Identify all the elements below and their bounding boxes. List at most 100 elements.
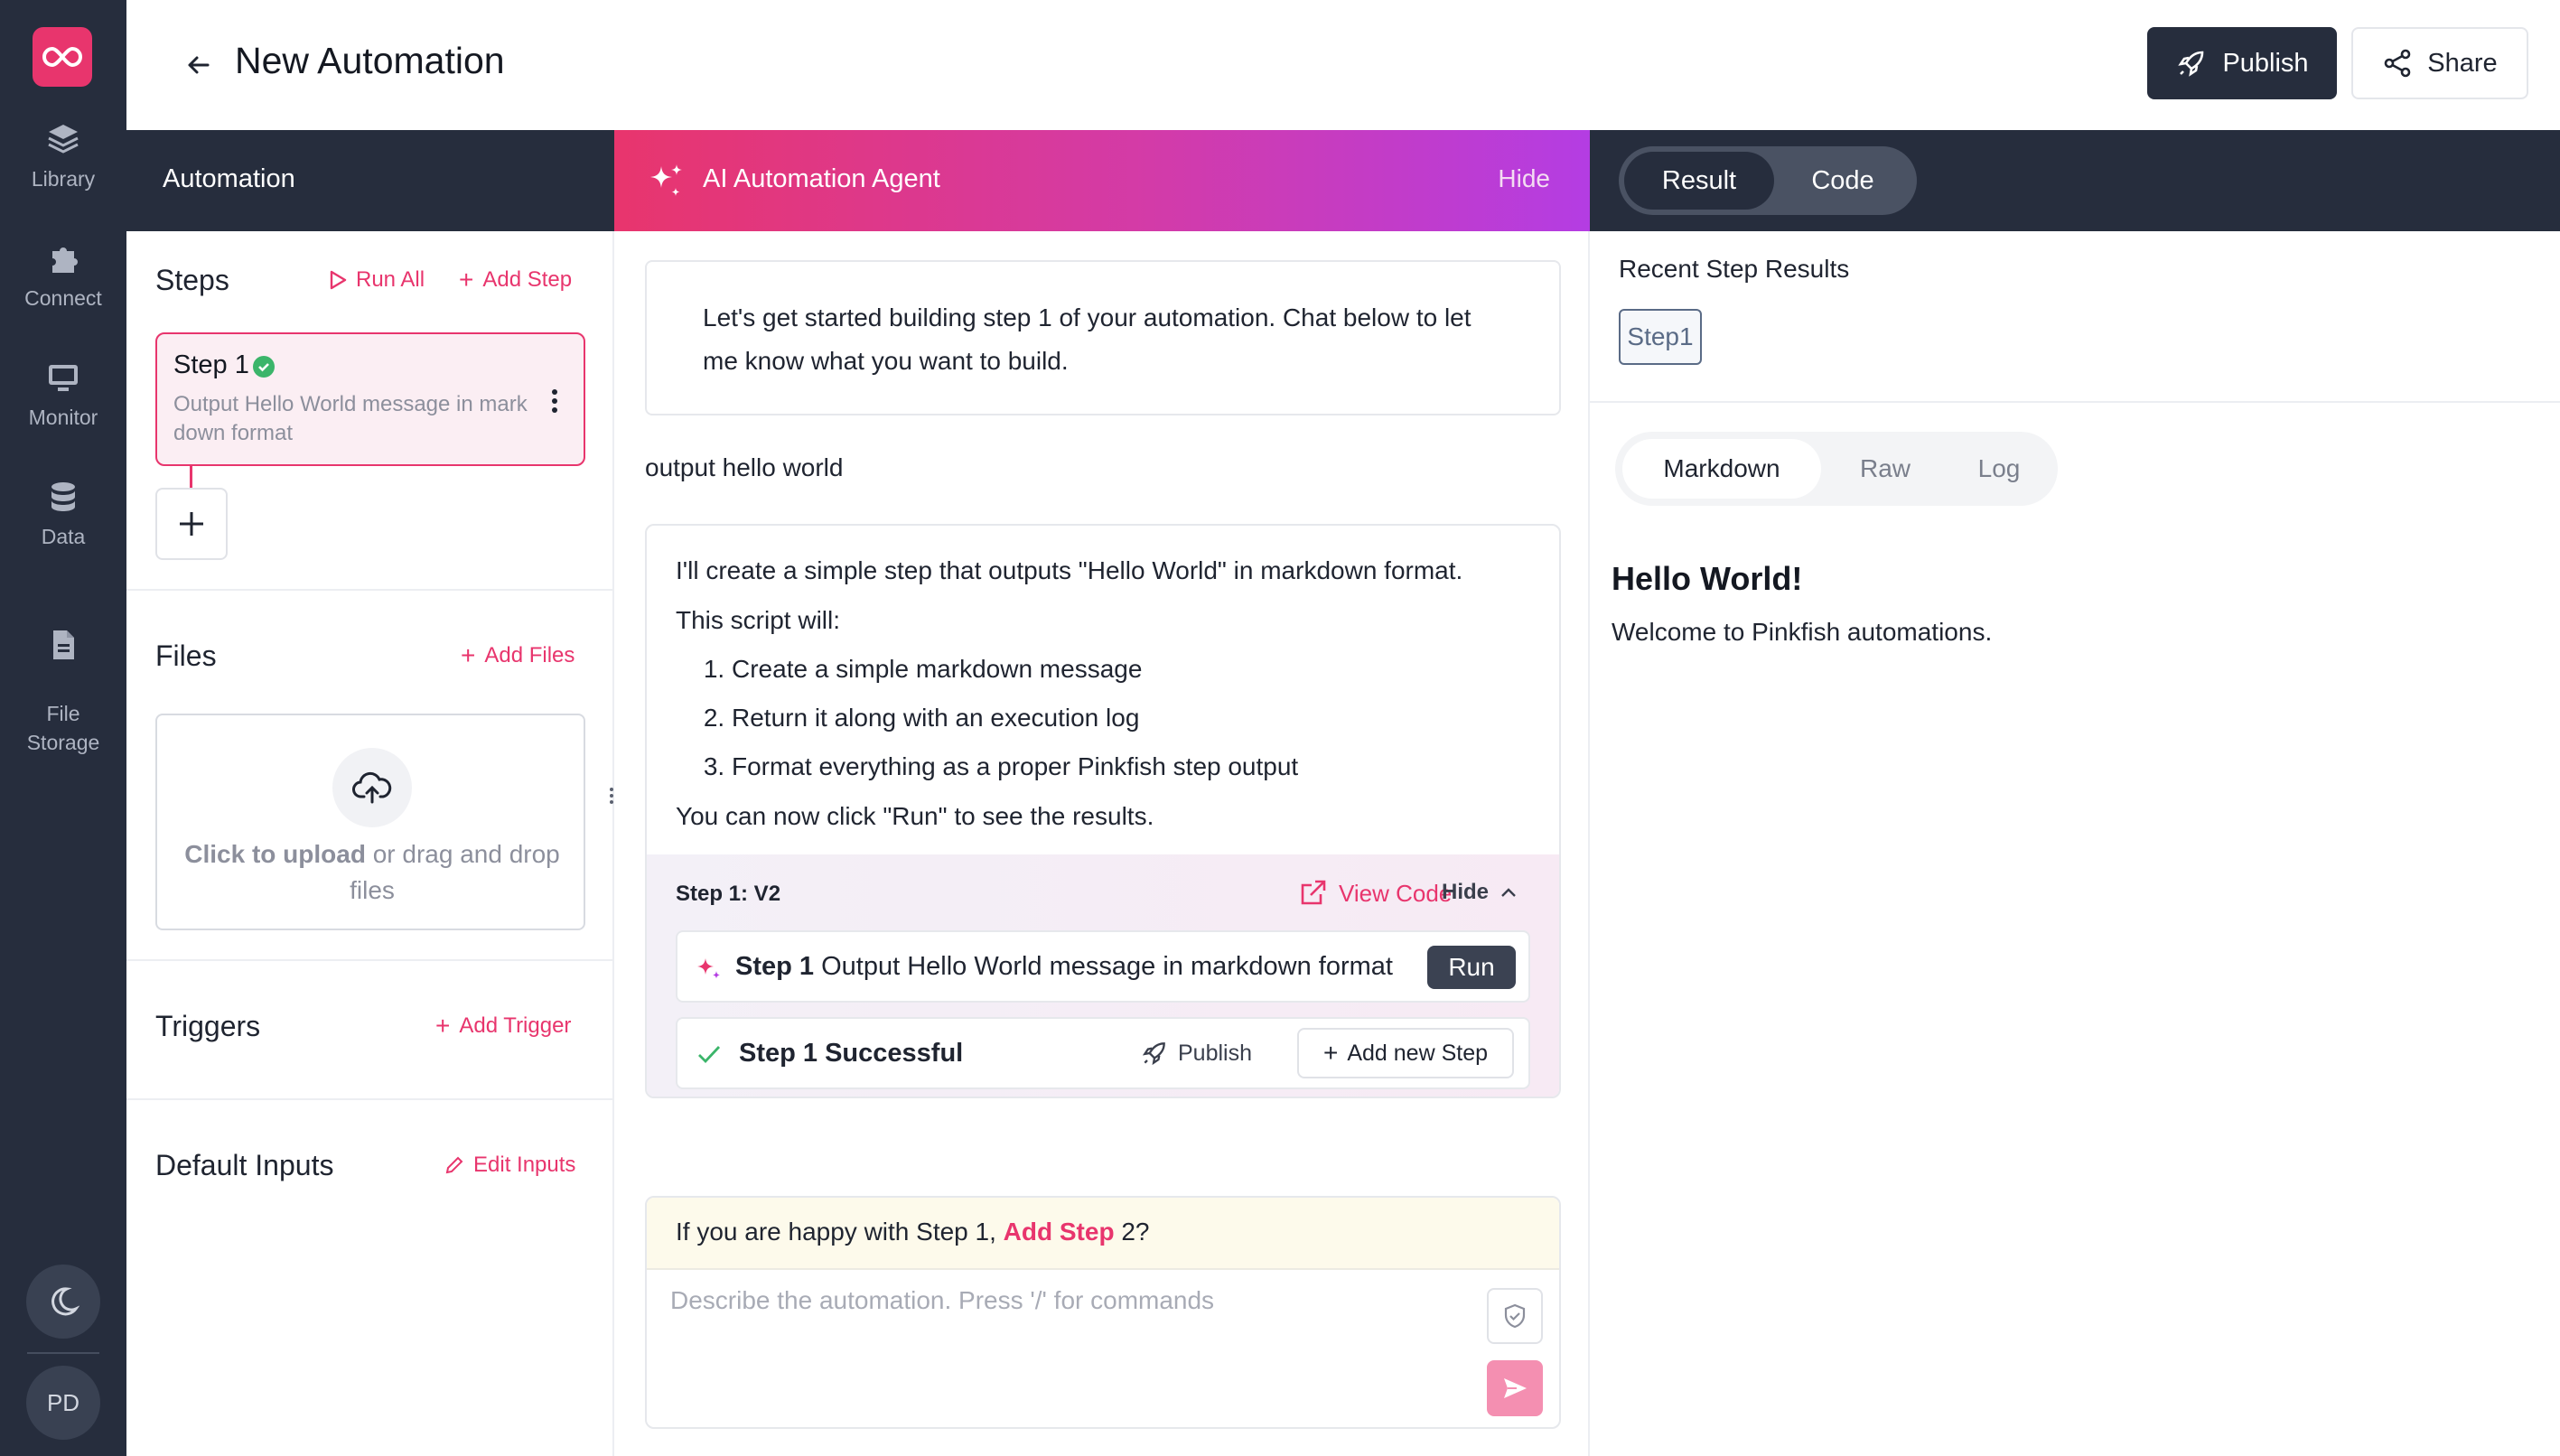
run-all-button[interactable]: Run All: [329, 267, 425, 293]
rocket-icon: [2178, 51, 2204, 77]
plus-icon: +: [459, 266, 474, 294]
result-divider: [1590, 401, 2560, 403]
tab-code[interactable]: Code: [1774, 152, 1911, 210]
automation-panel-title: Automation: [163, 164, 295, 193]
tab-log[interactable]: Log: [1949, 439, 2049, 499]
file-icon: [45, 627, 81, 663]
nav-item-data[interactable]: Data: [0, 479, 126, 551]
nav-label-data: Data: [41, 525, 86, 548]
back-button[interactable]: [181, 47, 217, 83]
chat-composer: If you are happy with Step 1, Add Step 2…: [645, 1196, 1561, 1429]
output-view-tabs: Markdown Raw Log: [1615, 432, 2058, 506]
file-upload-dropzone[interactable]: Click to upload or drag and drop files: [155, 714, 585, 930]
send-icon: [1504, 1378, 1527, 1398]
tab-raw[interactable]: Raw: [1836, 439, 1935, 499]
external-link-icon: [1301, 880, 1326, 905]
plus-icon: +: [1322, 1039, 1339, 1067]
add-new-step-button[interactable]: + Add new Step: [1297, 1028, 1514, 1078]
steps-title: Steps: [155, 264, 229, 296]
nav-item-monitor[interactable]: Monitor: [0, 359, 126, 432]
chevron-up-icon: [1501, 888, 1516, 897]
nav-item-library[interactable]: Library: [0, 121, 126, 193]
step-card[interactable]: Step 1 Output Hello World message in mar…: [155, 332, 585, 466]
reply-line: You can now click "Run" to see the resul…: [676, 802, 1154, 830]
hide-agent-button[interactable]: Hide: [1498, 164, 1550, 193]
add-trigger-button[interactable]: + Add Trigger: [435, 1013, 571, 1039]
publish-button[interactable]: Publish: [2147, 27, 2337, 99]
triggers-title: Triggers: [155, 1010, 261, 1042]
edit-inputs-button[interactable]: Edit Inputs: [444, 1153, 575, 1178]
step-version-card: Step 1: V2 View Code Hide Step 1 Output …: [647, 854, 1559, 1097]
files-title: Files: [155, 639, 217, 672]
chat-input[interactable]: [649, 1272, 1498, 1425]
nav-label-monitor: Monitor: [28, 406, 98, 429]
left-nav-rail: Library Connect Monitor Data File Storag…: [0, 0, 126, 1456]
add-step-button[interactable]: + Add Step: [459, 267, 572, 293]
recent-results-label: Recent Step Results: [1619, 255, 1850, 283]
output-text: Welcome to Pinkfish automations.: [1612, 618, 1993, 646]
moon-icon: [51, 1287, 79, 1316]
theme-toggle-button[interactable]: [26, 1265, 100, 1339]
rocket-icon: [1142, 1042, 1165, 1066]
agent-panel-header: AI Automation Agent Hide: [614, 130, 1590, 231]
suggestion-post: 2?: [1114, 1218, 1150, 1246]
reply-list-item: Create a simple markdown message: [732, 645, 1543, 694]
nav-item-file-storage[interactable]: File Storage: [0, 598, 126, 757]
user-avatar[interactable]: PD: [26, 1366, 100, 1440]
run-button[interactable]: Run: [1427, 946, 1516, 989]
add-new-step-label: Add new Step: [1347, 1040, 1489, 1066]
shield-button[interactable]: [1487, 1288, 1543, 1344]
agent-intro-message: Let's get started building step 1 of you…: [645, 260, 1561, 415]
add-files-label: Add Files: [484, 643, 575, 667]
upload-cloud-icon: [332, 748, 412, 827]
upload-cta[interactable]: Click to upload: [184, 840, 366, 868]
agent-reply-body: I'll create a simple step that outputs "…: [676, 546, 1543, 842]
app-logo[interactable]: [33, 27, 92, 87]
play-icon: [330, 270, 347, 290]
reply-line: This script will:: [676, 606, 841, 634]
step-description: Output Hello World message in markdown f…: [173, 392, 528, 445]
avatar-initials: PD: [46, 1388, 80, 1416]
section-divider: [126, 959, 612, 961]
publish-step-button[interactable]: Publish: [1140, 1039, 1252, 1068]
step-run-row: Step 1 Output Hello World message in mar…: [676, 930, 1530, 1003]
sparkles-icon: [645, 161, 687, 202]
section-divider: [126, 589, 612, 591]
edit-inputs-label: Edit Inputs: [473, 1153, 576, 1177]
check-icon: [698, 1046, 721, 1064]
plus-icon: +: [461, 641, 476, 669]
plus-icon: [180, 512, 203, 536]
share-button[interactable]: Share: [2351, 27, 2528, 99]
share-label: Share: [2427, 48, 2498, 78]
default-inputs-title: Default Inputs: [155, 1149, 334, 1181]
add-step-link[interactable]: Add Step: [1004, 1218, 1115, 1246]
view-code-button[interactable]: View Code: [1297, 878, 1452, 909]
automation-panel: Steps Run All + Add Step Step 1 Output H…: [126, 231, 614, 1456]
next-step-suggestion: If you are happy with Step 1, Add Step 2…: [647, 1198, 1559, 1270]
step-result-chip[interactable]: Step1: [1619, 309, 1702, 365]
add-step-box[interactable]: [155, 488, 228, 560]
puzzle-icon: [45, 240, 81, 276]
tab-markdown[interactable]: Markdown: [1622, 439, 1821, 499]
nav-item-connect[interactable]: Connect: [0, 240, 126, 313]
output-heading: Hello World!: [1612, 560, 1803, 597]
monitor-icon: [45, 359, 81, 396]
result-panel-header: Result Code: [1590, 130, 2560, 231]
step-success-row: Step 1 Successful Publish + Add new Step: [676, 1017, 1530, 1089]
more-vertical-icon[interactable]: [546, 385, 564, 417]
tab-result[interactable]: Result: [1624, 152, 1774, 210]
run-all-label: Run All: [356, 267, 425, 292]
top-header: New Automation Publish Share: [126, 0, 2560, 130]
step-row-text: Step 1 Output Hello World message in mar…: [735, 952, 1393, 982]
send-button[interactable]: [1487, 1360, 1543, 1416]
suggestion-pre: If you are happy with Step 1,: [676, 1218, 1004, 1246]
result-code-toggle: Result Code: [1619, 146, 1917, 215]
hide-version-label: Hide: [1442, 880, 1490, 904]
agent-panel-title: AI Automation Agent: [703, 164, 940, 193]
view-code-label: View Code: [1339, 879, 1453, 907]
reply-list-item: Format everything as a proper Pinkfish s…: [732, 742, 1543, 791]
hide-version-button[interactable]: Hide: [1442, 880, 1519, 905]
layers-icon: [45, 121, 81, 157]
add-files-button[interactable]: + Add Files: [461, 643, 575, 668]
agent-chat-panel: Let's get started building step 1 of you…: [614, 231, 1590, 1456]
